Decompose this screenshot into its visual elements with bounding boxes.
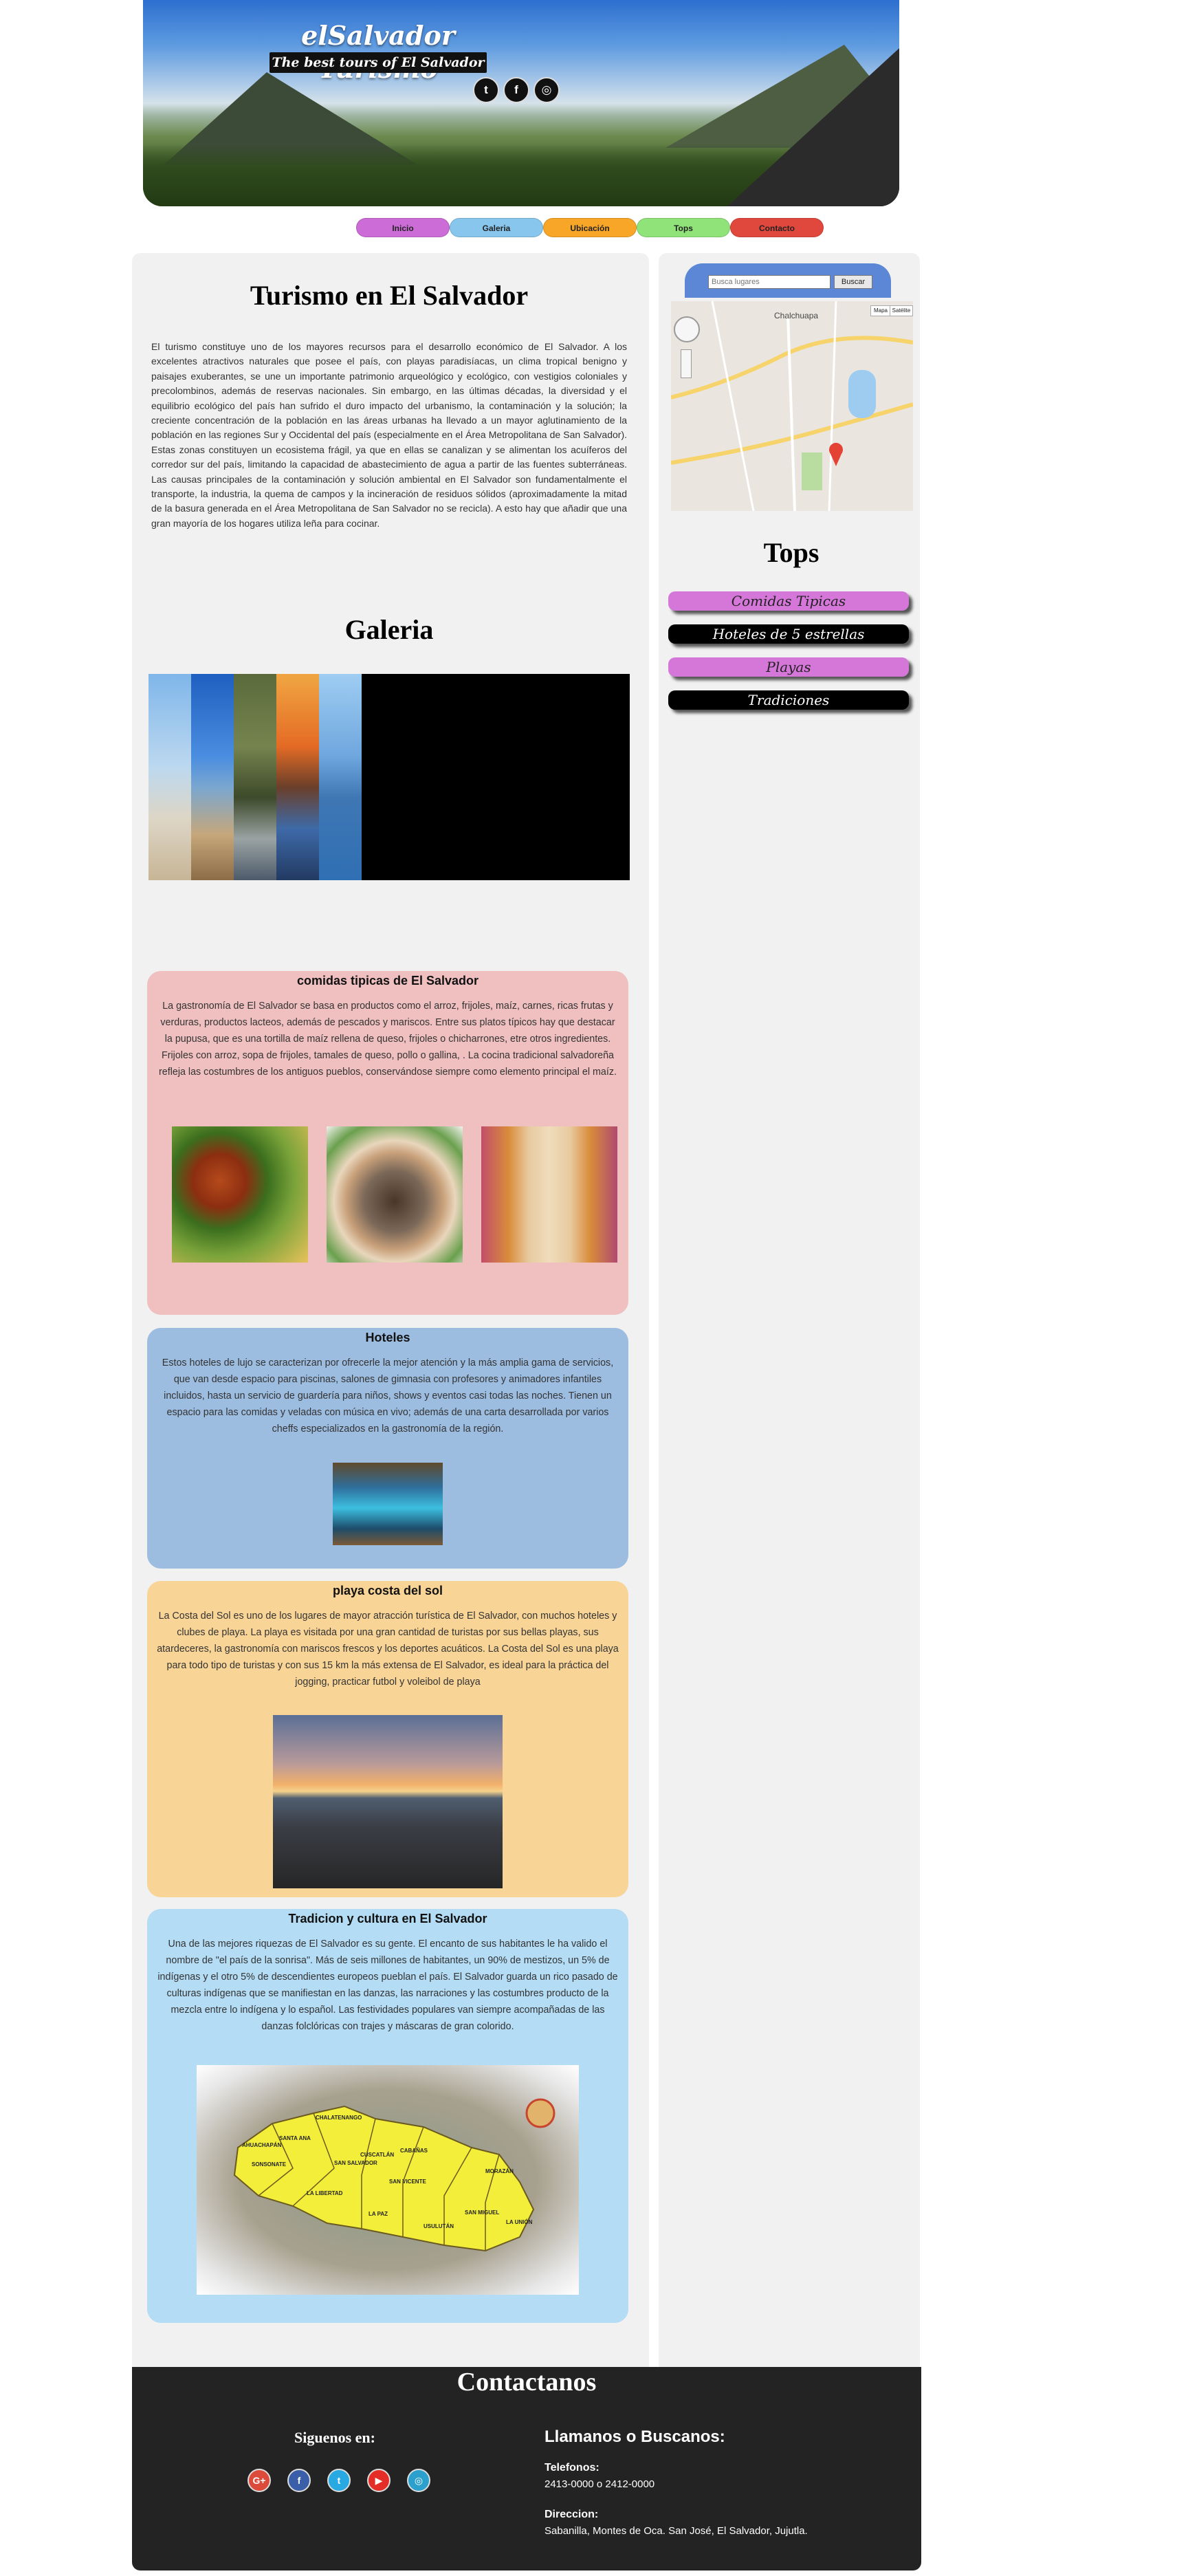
address-text: Sabanilla, Montes de Oca. San José, El S… [544,2525,808,2537]
section-title: Tradicion y cultura en El Salvador [288,1912,487,1925]
nav-galeria[interactable]: Galeria [450,218,543,237]
tagline: The best tours of El Salvador [270,52,487,73]
map-label: MORAZÁN [485,2168,514,2174]
map-label: SAN MIGUEL [465,2209,500,2216]
nav-inicio[interactable]: Inicio [356,218,450,237]
el-salvador-map-image: CHALATENANGO SANTA ANA SONSONATE AHUACHA… [197,2065,579,2295]
map-label: CUSCATLÁN [360,2152,395,2158]
section-title: playa costa del sol [332,1584,443,1597]
section-text: La Costa del Sol es uno de los lugares d… [157,1611,619,1688]
map-zoom-control[interactable] [681,349,692,378]
hotel-image [333,1463,443,1545]
tops-hoteles[interactable]: Hoteles de 5 estrellas [668,624,909,644]
departments-map [233,2098,556,2252]
nav-ubicacion[interactable]: Ubicación [543,218,637,237]
search-input[interactable] [708,275,830,289]
map-label: LA UNIÓN [506,2219,533,2225]
map-label: LA PAZ [368,2211,388,2217]
gallery-slide[interactable] [276,674,319,880]
follow-label: Siguenos en: [294,2429,375,2446]
sidebar-panel [659,253,920,2378]
section-title: Hoteles [365,1331,410,1344]
google-plus-icon[interactable]: G+ [248,2469,271,2492]
logo-subtext: IMPRESIONANTE [1106,2553,1155,2558]
footer-title: Contactanos [456,2368,597,2397]
map-label: CABAÑAS [400,2148,428,2154]
food-image-beans [327,1126,463,1263]
facebook-icon[interactable]: f [287,2469,311,2492]
gallery-slider[interactable] [148,674,630,880]
map-label: SAN SALVADOR [334,2160,377,2166]
section-text: La gastronomía de El Salvador se basa en… [159,1001,617,1078]
gallery-slide[interactable] [191,674,234,880]
gallery-slide[interactable] [234,674,276,880]
food-image-atol [481,1126,617,1263]
nav-contacto[interactable]: Contacto [730,218,824,237]
beach-sunset-image [273,1715,503,1888]
phone-numbers: 2413-0000 o 2412-0000 [544,2478,655,2490]
tops-tradiciones[interactable]: Tradiciones [668,690,909,710]
map-label: SAN VICENTE [389,2179,426,2185]
twitter-icon[interactable]: t [473,77,499,103]
gallery-slide[interactable] [148,674,191,880]
map-label: LA LIBERTAD [307,2190,343,2196]
nav-tops[interactable]: Tops [637,218,730,237]
section-text: Estos hoteles de lujo se caracterizan po… [162,1357,614,1434]
tops-title: Tops [763,537,820,568]
search-button[interactable]: Buscar [834,275,872,289]
twitter-icon[interactable]: t [327,2469,351,2492]
map-pan-control[interactable] [674,316,700,342]
facebook-icon[interactable]: f [503,77,529,103]
page-title: Turismo en El Salvador [250,280,529,311]
logo-mark: ∞ [1142,2514,1155,2535]
logo-text: El Salvador [1072,2535,1155,2553]
instagram-icon[interactable]: ◎ [534,77,560,103]
el-salvador-logo: ∞ El Salvador IMPRESIONANTE [1045,2514,1155,2558]
tops-comidas-tipicas[interactable]: Comidas Tipicas [668,591,909,611]
instagram-icon[interactable]: ◎ [407,2469,430,2492]
section-text: Una de las mejores riquezas de El Salvad… [157,1939,618,2032]
tops-playas[interactable]: Playas [668,657,909,677]
map-label: CHALATENANGO [316,2115,362,2121]
gallery-slide[interactable] [319,674,362,880]
map-type-map[interactable]: Mapa [870,305,891,316]
brand-logo[interactable]: elSalvador Turismo [268,19,488,84]
food-image-yuca [172,1126,308,1263]
map-type-satellite[interactable]: Satélite [890,305,913,316]
gallery-title: Galeria [344,614,434,645]
youtube-icon[interactable]: ▶ [367,2469,390,2492]
map-label: SANTA ANA [279,2135,311,2141]
map-roads [671,301,913,511]
address-label: Direccion: [544,2509,599,2520]
header-banner [143,0,899,206]
footer: Contactanos Siguenos en: G+ f t ▶ ◎ Llam… [132,2367,921,2570]
corner-logo-panel [727,48,899,206]
phone-label: Telefonos: [544,2462,600,2474]
section-title: comidas tipicas de El Salvador [296,974,479,987]
intro-paragraph: El turismo constituye uno de los mayores… [151,341,627,529]
map-label: USULUTÁN [424,2223,454,2229]
map-label: SONSONATE [252,2161,287,2168]
google-map[interactable]: Mapa Satélite Chalchuapa [671,301,913,511]
call-title: Llamanos o Buscanos: [544,2427,725,2446]
map-label: AHUACHAPÁN [242,2142,282,2148]
map-place-label: Chalchuapa [774,311,819,320]
